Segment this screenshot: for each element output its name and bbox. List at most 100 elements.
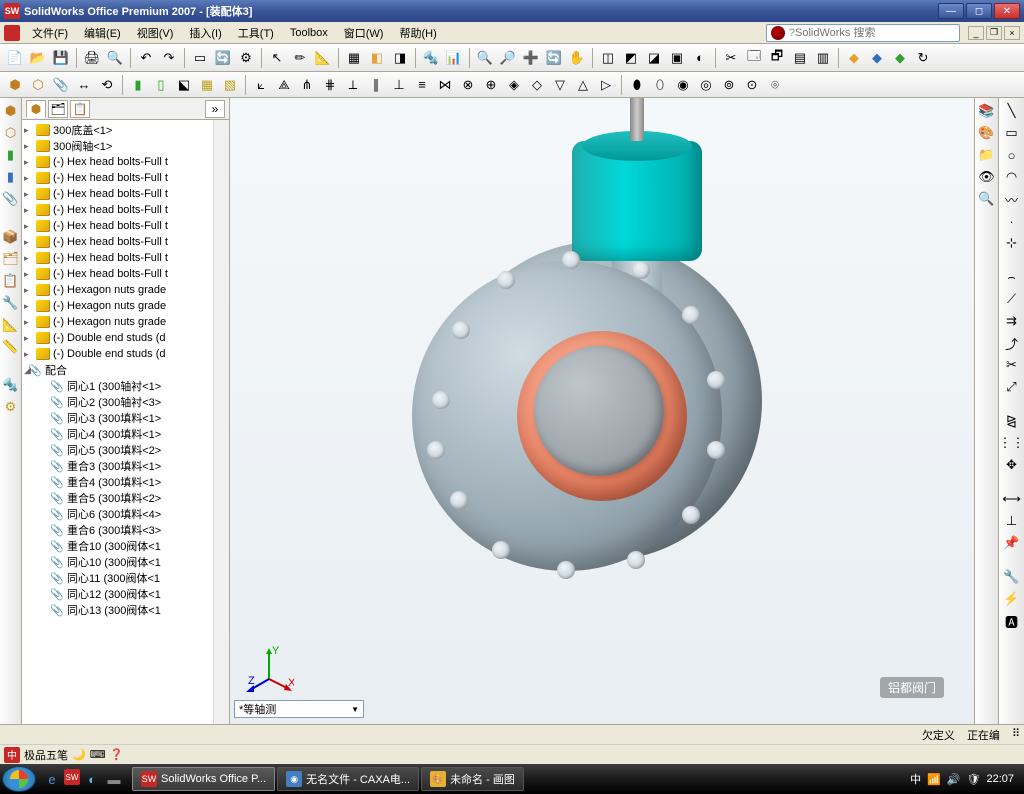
ime-icon[interactable]: 中 <box>4 747 20 763</box>
asm-a13-icon[interactable]: ◇ <box>526 74 548 96</box>
sk-convert-icon[interactable]: ⤴ <box>1003 334 1021 352</box>
exp3-icon[interactable]: ◆ <box>889 47 911 69</box>
tree-part-item[interactable]: ▸(-) Hex head bolts-Full t <box>22 234 229 250</box>
open-icon[interactable]: 📂 <box>27 47 49 69</box>
tray-vol-icon[interactable]: 🔊 <box>947 773 961 786</box>
tree-mate-item[interactable]: 📎重合4 (300填料<1> <box>22 474 229 490</box>
sk-pattern-icon[interactable]: ⋮⋮ <box>1003 434 1021 452</box>
sk-quick-icon[interactable]: ⚡ <box>1003 590 1021 608</box>
search-box[interactable]: ? <box>766 24 960 42</box>
tp-appearance-icon[interactable]: 🔍 <box>978 190 996 208</box>
tree-mate-item[interactable]: 📎同心11 (300阀体<1 <box>22 570 229 586</box>
exp1-icon[interactable]: ◆ <box>843 47 865 69</box>
sk-mirror-icon[interactable]: ⧎ <box>1003 412 1021 430</box>
rotate-icon[interactable]: 🔄 <box>543 47 565 69</box>
print-icon[interactable]: 🖨 <box>81 47 103 69</box>
tray-net-icon[interactable]: 📶 <box>927 773 941 786</box>
options-icon[interactable]: ⚙ <box>235 47 257 69</box>
tray-lang-icon[interactable]: 中 <box>910 771 921 787</box>
sketch-icon[interactable]: ✏ <box>289 47 311 69</box>
ql-app-icon[interactable]: ◐ <box>82 769 102 789</box>
tree-part-item[interactable]: ▸(-) Hex head bolts-Full t <box>22 186 229 202</box>
sk-line-icon[interactable]: ╲ <box>1003 102 1021 120</box>
asm-insert-icon[interactable]: ⬢ <box>4 74 26 96</box>
ime-help-icon[interactable]: ❓ <box>110 748 124 761</box>
cm-b3-icon[interactable]: 📎 <box>2 190 20 208</box>
asm-a14-icon[interactable]: ▽ <box>549 74 571 96</box>
zoom-area-icon[interactable]: 🔎 <box>497 47 519 69</box>
tree-mate-item[interactable]: 📎重合10 (300阀体<1 <box>22 538 229 554</box>
asm-a12-icon[interactable]: ◈ <box>503 74 525 96</box>
asm-smart-icon[interactable]: ▮ <box>127 74 149 96</box>
status-grip-icon[interactable]: ⠿ <box>1012 727 1020 743</box>
tp-resources-icon[interactable]: 📚 <box>978 102 996 120</box>
mdi-minimize[interactable]: _ <box>968 26 984 40</box>
tree-mate-item[interactable]: 📎重合3 (300填料<1> <box>22 458 229 474</box>
asm-mate-icon[interactable]: 📎 <box>50 74 72 96</box>
exp2-icon[interactable]: ◆ <box>866 47 888 69</box>
preview-icon[interactable]: 🔍 <box>104 47 126 69</box>
task-caxa[interactable]: ◉ 无名文件 - CAXA电... <box>277 767 419 791</box>
tree-part-item[interactable]: ▸(-) Hex head bolts-Full t <box>22 266 229 282</box>
tree-mate-item[interactable]: 📎同心4 (300填料<1> <box>22 426 229 442</box>
sk-3d-icon[interactable]: 🅰 <box>1003 612 1021 630</box>
tree-tab-prop[interactable]: 📋 <box>70 100 90 118</box>
sk-dim-icon[interactable]: ⟷ <box>1003 490 1021 508</box>
asm-b6-icon[interactable]: ⊙ <box>741 74 763 96</box>
asm-rotate-icon[interactable]: ⟲ <box>96 74 118 96</box>
tree-tab-expand[interactable]: » <box>205 100 225 118</box>
sk-spline-icon[interactable]: 〰 <box>1003 190 1021 208</box>
feature-icon[interactable]: 📐 <box>312 47 334 69</box>
cm-c4-icon[interactable]: 🔧 <box>2 294 20 312</box>
asm-b1-icon[interactable]: ⬮ <box>626 74 648 96</box>
shade-icon[interactable]: ◐ <box>689 47 711 69</box>
save-icon[interactable]: 💾 <box>50 47 72 69</box>
cm-b1-icon[interactable]: ▮ <box>2 146 20 164</box>
tree-tab-config[interactable]: 🗂 <box>48 100 68 118</box>
sk-fillet-icon[interactable]: ⌢ <box>1003 268 1021 286</box>
tree-mate-item[interactable]: 📎同心10 (300阀体<1 <box>22 554 229 570</box>
undo-icon[interactable]: ↶ <box>135 47 157 69</box>
menu-window[interactable]: 窗口(W) <box>336 23 392 43</box>
ime-kb-icon[interactable]: ⌨ <box>90 748 106 761</box>
asm-a16-icon[interactable]: ▷ <box>595 74 617 96</box>
tree-mate-item[interactable]: 📎同心5 (300填料<2> <box>22 442 229 458</box>
arrow-icon[interactable]: ↖ <box>266 47 288 69</box>
sk-chamfer-icon[interactable]: ⟋ <box>1003 290 1021 308</box>
tree-mate-item[interactable]: 📎同心13 (300阀体<1 <box>22 602 229 618</box>
cm-c5-icon[interactable]: 📐 <box>2 316 20 334</box>
zoom-in-icon[interactable]: ➕ <box>520 47 542 69</box>
asm-a11-icon[interactable]: ⊕ <box>480 74 502 96</box>
asm-hide-icon[interactable]: ▦ <box>196 74 218 96</box>
sk-offset-icon[interactable]: ⇉ <box>1003 312 1021 330</box>
zoom-fit-icon[interactable]: 🔍 <box>474 47 496 69</box>
window1-icon[interactable]: 🗔 <box>743 47 765 69</box>
pan-icon[interactable]: ✋ <box>566 47 588 69</box>
tree-part-item[interactable]: ▸(-) Hex head bolts-Full t <box>22 250 229 266</box>
view-orientation-dropdown[interactable]: *等轴测 ▼ <box>234 700 364 718</box>
tree-part-item[interactable]: ▸(-) Hexagon nuts grade <box>22 314 229 330</box>
feature-tree[interactable]: ▸300底盖<1>▸300阀轴<1>▸(-) Hex head bolts-Fu… <box>22 120 229 724</box>
menu-edit[interactable]: 编辑(E) <box>76 23 129 43</box>
section-icon[interactable]: ✂ <box>720 47 742 69</box>
analysis-icon[interactable]: 📊 <box>443 47 465 69</box>
cm-d2-icon[interactable]: ⚙ <box>2 398 20 416</box>
graphics-viewport[interactable]: Y X Z *等轴测 ▼ 铝都阀门 <box>230 98 974 724</box>
view3-icon[interactable]: ◪ <box>643 47 665 69</box>
asm-a6-icon[interactable]: ∥ <box>365 74 387 96</box>
asm-a10-icon[interactable]: ⊗ <box>457 74 479 96</box>
tree-mate-item[interactable]: 📎同心6 (300填料<4> <box>22 506 229 522</box>
asm-a5-icon[interactable]: ⟂ <box>342 74 364 96</box>
asm-a3-icon[interactable]: ⋔ <box>296 74 318 96</box>
tree-mate-item[interactable]: 📎重合5 (300填料<2> <box>22 490 229 506</box>
asm-show-icon[interactable]: ▧ <box>219 74 241 96</box>
cm-b2-icon[interactable]: ▮ <box>2 168 20 186</box>
exp4-icon[interactable]: ↻ <box>912 47 934 69</box>
cm-d1-icon[interactable]: 🔩 <box>2 376 20 394</box>
view4-icon[interactable]: ▣ <box>666 47 688 69</box>
asm-b3-icon[interactable]: ◉ <box>672 74 694 96</box>
asm-pattern-icon[interactable]: ▯ <box>150 74 172 96</box>
asm-a7-icon[interactable]: ⊥ <box>388 74 410 96</box>
asm-new-icon[interactable]: ⬡ <box>27 74 49 96</box>
sk-repair-icon[interactable]: 🔧 <box>1003 568 1021 586</box>
